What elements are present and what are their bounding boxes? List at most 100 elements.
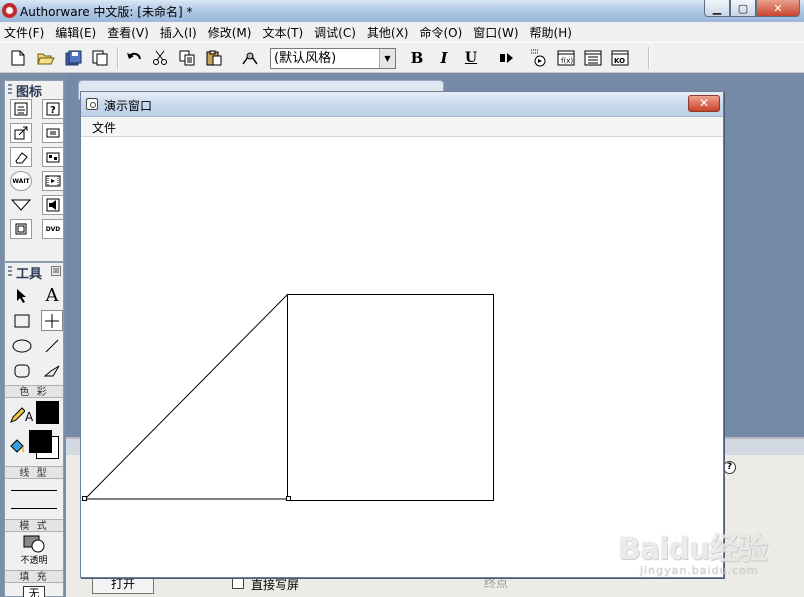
direct-to-screen-label: 直接写屏 xyxy=(251,578,300,592)
chevron-down-icon[interactable]: ▼ xyxy=(379,49,395,68)
pointer-tool[interactable] xyxy=(11,285,33,306)
drag-grip-icon[interactable] xyxy=(8,266,12,278)
opaque-mode-icon xyxy=(23,535,45,553)
menu-commands[interactable]: 命令(O) xyxy=(419,24,462,41)
knowledge-objects-icon[interactable]: KO xyxy=(610,48,630,68)
menu-window[interactable]: 窗口(W) xyxy=(473,24,518,41)
move-icon[interactable] xyxy=(10,123,32,143)
mode-selector[interactable]: 不透明 xyxy=(5,532,63,566)
toolbar: (默认风格) ▼ B I U f(x) KO xyxy=(0,42,804,73)
find-icon[interactable] xyxy=(240,48,260,68)
undo-icon[interactable] xyxy=(124,48,144,68)
text-style-value: (默认风格) xyxy=(274,51,337,66)
stage-canvas[interactable] xyxy=(81,137,723,577)
watermark-url: jingyan.baidu.com xyxy=(640,564,759,577)
variables-icon[interactable] xyxy=(583,48,603,68)
line-color-swatch[interactable] xyxy=(36,401,59,424)
bold-button[interactable]: B xyxy=(407,48,427,68)
sound-icon[interactable] xyxy=(42,195,64,215)
diagonal-line-tool[interactable] xyxy=(41,335,63,356)
line-style-thin[interactable] xyxy=(11,490,57,491)
run-icon[interactable] xyxy=(497,48,517,68)
tools-palette: 工具 ⊠ A 色 彩 A 线 型 模 式 不透明 填 充 无 xyxy=(4,262,64,597)
toolbar-separator xyxy=(117,47,119,69)
line-tool-plus[interactable] xyxy=(41,310,63,331)
icons-palette-header[interactable]: 图标 xyxy=(5,81,63,100)
menu-bar: 文件(F) 编辑(E) 查看(V) 插入(I) 修改(M) 文本(T) 调试(C… xyxy=(0,22,804,42)
menu-view[interactable]: 查看(V) xyxy=(107,24,149,41)
erase-icon[interactable] xyxy=(10,147,32,167)
text-style-select[interactable]: (默认风格) ▼ xyxy=(270,48,396,69)
direct-to-screen-checkbox[interactable] xyxy=(232,577,244,589)
interaction-icon[interactable]: ? xyxy=(42,99,64,119)
color-section-label: 色 彩 xyxy=(5,385,63,398)
presentation-window-icon xyxy=(86,98,98,110)
save-all-icon[interactable] xyxy=(64,48,84,68)
selection-handle[interactable] xyxy=(82,496,87,501)
mode-section-label: 模 式 xyxy=(5,519,63,532)
new-file-icon[interactable] xyxy=(8,48,28,68)
paste-icon[interactable] xyxy=(204,48,224,68)
map-icon[interactable] xyxy=(42,147,64,167)
wait-icon[interactable]: WAIT xyxy=(10,171,32,191)
authorware-app-icon[interactable] xyxy=(2,3,17,18)
toolbar-separator xyxy=(648,47,650,69)
close-button[interactable]: ✕ xyxy=(756,0,800,17)
window-title: Authorware 中文版: [未命名] * xyxy=(20,5,193,19)
foreground-color-swatch[interactable] xyxy=(29,430,52,453)
presentation-menu-bar: 文件 xyxy=(81,117,723,137)
maximize-button[interactable]: ▢ xyxy=(730,0,756,17)
menu-debug[interactable]: 调试(C) xyxy=(314,24,356,41)
drag-grip-icon[interactable] xyxy=(8,84,12,96)
help-icon[interactable]: ? xyxy=(723,461,736,474)
menu-modify[interactable]: 修改(M) xyxy=(208,24,252,41)
copy-icon[interactable] xyxy=(177,48,197,68)
polygon-tool[interactable] xyxy=(41,360,63,381)
title-bar: Authorware 中文版: [未命名] * ▁ ▢ ✕ xyxy=(0,0,804,22)
window-controls: ▁ ▢ ✕ xyxy=(704,0,800,17)
presentation-close-button[interactable]: ✕ xyxy=(688,95,720,112)
calculation-icon[interactable] xyxy=(42,123,64,143)
display-icon[interactable] xyxy=(10,99,32,119)
minimize-button[interactable]: ▁ xyxy=(704,0,730,17)
fill-section-label: 填 充 xyxy=(5,570,63,583)
presentation-title-bar[interactable]: 演示窗口 ✕ xyxy=(81,92,723,117)
dvd-icon-label: DVD xyxy=(45,225,61,233)
presentation-menu-file[interactable]: 文件 xyxy=(92,119,116,136)
decision-icon[interactable] xyxy=(10,195,32,215)
ellipse-tool[interactable] xyxy=(11,335,33,356)
icons-palette: 图标 ? WAIT DVD xyxy=(4,80,64,262)
close-icon[interactable]: ⊠ xyxy=(51,266,61,276)
diagonal-line[interactable] xyxy=(84,293,289,500)
digital-movie-icon[interactable] xyxy=(42,171,64,191)
open-file-icon[interactable] xyxy=(36,48,56,68)
import-icon[interactable] xyxy=(90,48,110,68)
presentation-title: 演示窗口 xyxy=(104,99,153,113)
drawing-layer xyxy=(84,293,494,501)
selection-handle[interactable] xyxy=(286,496,291,501)
framework-icon[interactable] xyxy=(10,219,32,239)
svg-text:?: ? xyxy=(50,105,56,116)
underline-button[interactable]: U xyxy=(461,48,481,68)
pencil-icon[interactable] xyxy=(9,406,25,424)
line-style-medium[interactable] xyxy=(11,508,57,509)
rectangle-tool[interactable] xyxy=(11,310,33,331)
video-icon[interactable]: DVD xyxy=(42,219,64,239)
line-type-section-label: 线 型 xyxy=(5,466,63,479)
menu-text[interactable]: 文本(T) xyxy=(262,24,303,41)
functions-icon[interactable]: f(x) xyxy=(556,48,576,68)
menu-help[interactable]: 帮助(H) xyxy=(530,24,572,41)
tools-palette-title: 工具 xyxy=(16,266,43,282)
menu-edit[interactable]: 编辑(E) xyxy=(55,24,96,41)
control-panel-icon[interactable] xyxy=(528,48,548,68)
text-tool[interactable]: A xyxy=(41,285,63,306)
paint-bucket-icon[interactable] xyxy=(8,438,26,456)
menu-file[interactable]: 文件(F) xyxy=(4,24,44,41)
italic-button[interactable]: I xyxy=(434,48,454,68)
menu-insert[interactable]: 插入(I) xyxy=(160,24,197,41)
menu-other[interactable]: 其他(X) xyxy=(367,24,409,41)
cut-icon[interactable] xyxy=(150,48,170,68)
fill-none-button[interactable]: 无 xyxy=(23,586,45,597)
rounded-rectangle-tool[interactable] xyxy=(11,360,33,381)
square-shape[interactable] xyxy=(287,294,494,501)
